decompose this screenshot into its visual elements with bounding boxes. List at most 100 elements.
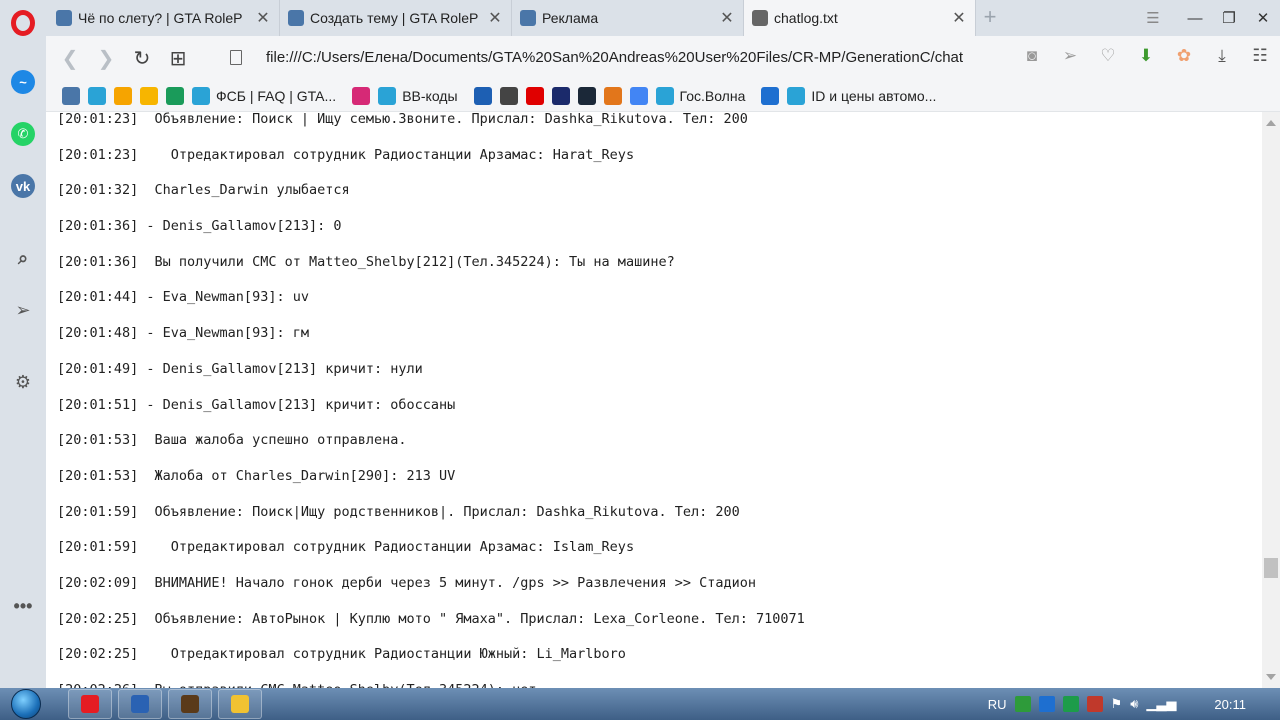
chat-icon xyxy=(520,10,536,26)
settings-sliders-icon[interactable]: ☷ xyxy=(1248,46,1272,66)
log-line: [20:01:53] Ваша жалоба успешно отправлен… xyxy=(57,432,407,449)
tab-2[interactable]: Реклама ✕ xyxy=(512,0,744,36)
scroll-up-icon[interactable] xyxy=(1266,120,1276,126)
tab-3[interactable]: chatlog.txt ✕ xyxy=(744,0,976,36)
close-window-button[interactable]: ✕ xyxy=(1246,9,1280,27)
sidebar-whatsapp-icon[interactable]: ✆ xyxy=(11,122,35,146)
maximize-button[interactable]: ❐ xyxy=(1212,9,1246,27)
tab-close-icon[interactable]: ✕ xyxy=(719,8,735,28)
bookmark-item[interactable] xyxy=(761,86,780,105)
bookmark-heart-icon[interactable]: ♡ xyxy=(1096,46,1120,66)
extension-icon[interactable]: ✿ xyxy=(1172,46,1196,66)
log-line: [20:01:44] - Eva_Newman[93]: uv xyxy=(57,289,309,306)
taskbar-app-icon[interactable] xyxy=(118,689,162,719)
snapshot-icon[interactable]: ◙ xyxy=(1020,46,1044,66)
search-icon: ⌕ xyxy=(17,247,29,268)
sidebar-settings-icon[interactable]: ⚙ xyxy=(11,370,35,394)
downloads-icon[interactable]: ⤓ xyxy=(1210,46,1234,66)
bookmark-item[interactable]: ВВ-коды xyxy=(378,86,465,105)
scroll-thumb[interactable] xyxy=(1264,558,1278,578)
reload-button[interactable]: ↻ xyxy=(124,46,160,71)
url-field[interactable]: file:///C:/Users/Елена/Documents/GTA%20S… xyxy=(266,49,976,66)
bookmark-item[interactable] xyxy=(473,86,492,105)
bookmark-item[interactable] xyxy=(352,86,371,105)
tray-app-icon[interactable] xyxy=(1062,696,1079,712)
tab-close-icon[interactable]: ✕ xyxy=(487,8,503,28)
tab-close-icon[interactable]: ✕ xyxy=(951,8,967,28)
browser-window: Чё по слету? | GTA RoleP ✕ Создать тему | … xyxy=(0,0,1280,720)
speed-dial-button[interactable]: ⊞ xyxy=(160,46,196,71)
tray-app-icon[interactable] xyxy=(1014,696,1031,712)
google-icon xyxy=(629,86,648,105)
back-button[interactable]: ❮ xyxy=(52,46,88,71)
bookmark-item[interactable]: ФСБ | FAQ | GTA... xyxy=(192,86,344,105)
settings-icon: ⚙ xyxy=(14,371,32,392)
easy-setup-icon[interactable]: ☰ xyxy=(1136,9,1170,27)
tab-1[interactable]: Создать тему | GTA RoleP ✕ xyxy=(280,0,512,36)
tab-list: Чё по слету? | GTA RoleP ✕ Создать тему | … xyxy=(48,0,976,36)
scroll-down-icon[interactable] xyxy=(1266,674,1276,680)
volume-icon[interactable]: 🔊︎ xyxy=(1130,696,1138,712)
bookmark-item[interactable]: ID и цены автомо... xyxy=(787,86,944,105)
fox-icon xyxy=(603,86,622,105)
log-line: [20:01:23] Объявление: Поиск | Ищу семью… xyxy=(57,112,748,127)
minimize-button[interactable]: — xyxy=(1178,10,1212,27)
tray-app-icon[interactable] xyxy=(1038,696,1055,712)
log-line: [20:01:59] Объявление: Поиск|Ищу родстве… xyxy=(57,503,740,520)
bookmark-item[interactable] xyxy=(603,86,622,105)
log-line: [20:02:09] ВНИМАНИЕ! Начало гонок дерби … xyxy=(57,574,756,591)
flag-icon[interactable]: ⚑ xyxy=(1111,696,1123,712)
tab-0[interactable]: Чё по слету? | GTA RoleP ✕ xyxy=(48,0,280,36)
bookmark-item[interactable] xyxy=(577,86,596,105)
instagram-icon xyxy=(352,86,371,105)
bookmark-item[interactable] xyxy=(166,86,184,105)
sidebar-send-icon[interactable]: ➢ xyxy=(11,298,35,322)
bookmark-item[interactable] xyxy=(629,86,648,105)
sidebar-search-icon[interactable]: ⌕ xyxy=(11,246,35,270)
download-extension-icon[interactable]: ⬇ xyxy=(1134,46,1158,66)
vk-icon xyxy=(56,10,72,26)
whatsapp-icon: ✆ xyxy=(17,126,29,141)
log-line: [20:01:23] Отредактировал сотрудник Ради… xyxy=(57,146,635,163)
system-tray: RU ⚑ 🔊︎ ▁▃▅ 20:11 xyxy=(988,688,1280,720)
tab-bar: Чё по слету? | GTA RoleP ✕ Создать тему | … xyxy=(0,0,1280,46)
language-indicator[interactable]: RU xyxy=(988,697,1007,712)
clock[interactable]: 20:11 xyxy=(1214,697,1246,712)
log-line: [20:01:48] - Eva_Newman[93]: гм xyxy=(57,325,309,342)
game-icon xyxy=(181,695,199,713)
bookmark-item[interactable] xyxy=(525,86,544,105)
taskbar-folder-icon[interactable] xyxy=(218,689,262,719)
bookmark-item[interactable] xyxy=(114,86,132,105)
bookmark-item[interactable] xyxy=(140,86,158,105)
sidebar-vk-icon[interactable]: vk xyxy=(11,174,35,198)
bookmark-item[interactable]: Гос.Волна xyxy=(655,86,754,105)
doc-icon xyxy=(499,86,518,105)
send-to-flow-icon[interactable]: ➢ xyxy=(1058,46,1082,66)
bookmark-item[interactable] xyxy=(499,86,518,105)
sidebar-more-icon[interactable]: ••• xyxy=(11,594,35,618)
bookmark-item[interactable] xyxy=(88,86,106,105)
vk-icon: vk xyxy=(15,178,31,194)
tab-title: Создать тему | GTA RoleP xyxy=(310,10,479,26)
taskbar-opera-icon[interactable] xyxy=(68,689,112,719)
start-button[interactable] xyxy=(0,688,52,720)
taskbar-game-icon[interactable] xyxy=(168,689,212,719)
new-tab-button[interactable]: + xyxy=(980,6,1000,28)
more-icon: ••• xyxy=(13,595,33,616)
forward-button[interactable]: ❯ xyxy=(88,46,124,71)
opera-menu-button[interactable] xyxy=(0,0,46,46)
window-controls: ☰ — ❐ ✕ xyxy=(1136,0,1280,36)
log-line: [20:01:51] - Denis_Gallamov[213] кричит:… xyxy=(57,396,456,413)
bookmark-item[interactable] xyxy=(62,86,80,105)
sidebar-messenger-icon[interactable]: ~ xyxy=(11,70,35,94)
wave-icon xyxy=(761,86,780,105)
signal-icon[interactable]: ▁▃▅ xyxy=(1146,696,1176,712)
tab-close-icon[interactable]: ✕ xyxy=(255,8,271,28)
telegram-icon xyxy=(378,86,397,105)
bookmark-item[interactable] xyxy=(551,86,570,105)
network-icon[interactable] xyxy=(1086,696,1103,712)
vertical-scrollbar[interactable] xyxy=(1262,112,1280,688)
green-app-icon xyxy=(166,86,184,105)
bookmarks-bar: ФСБ | FAQ | GTA... ВВ-коды Гос.Волна ID и ц… xyxy=(46,80,1280,112)
telegram-icon xyxy=(787,86,806,105)
